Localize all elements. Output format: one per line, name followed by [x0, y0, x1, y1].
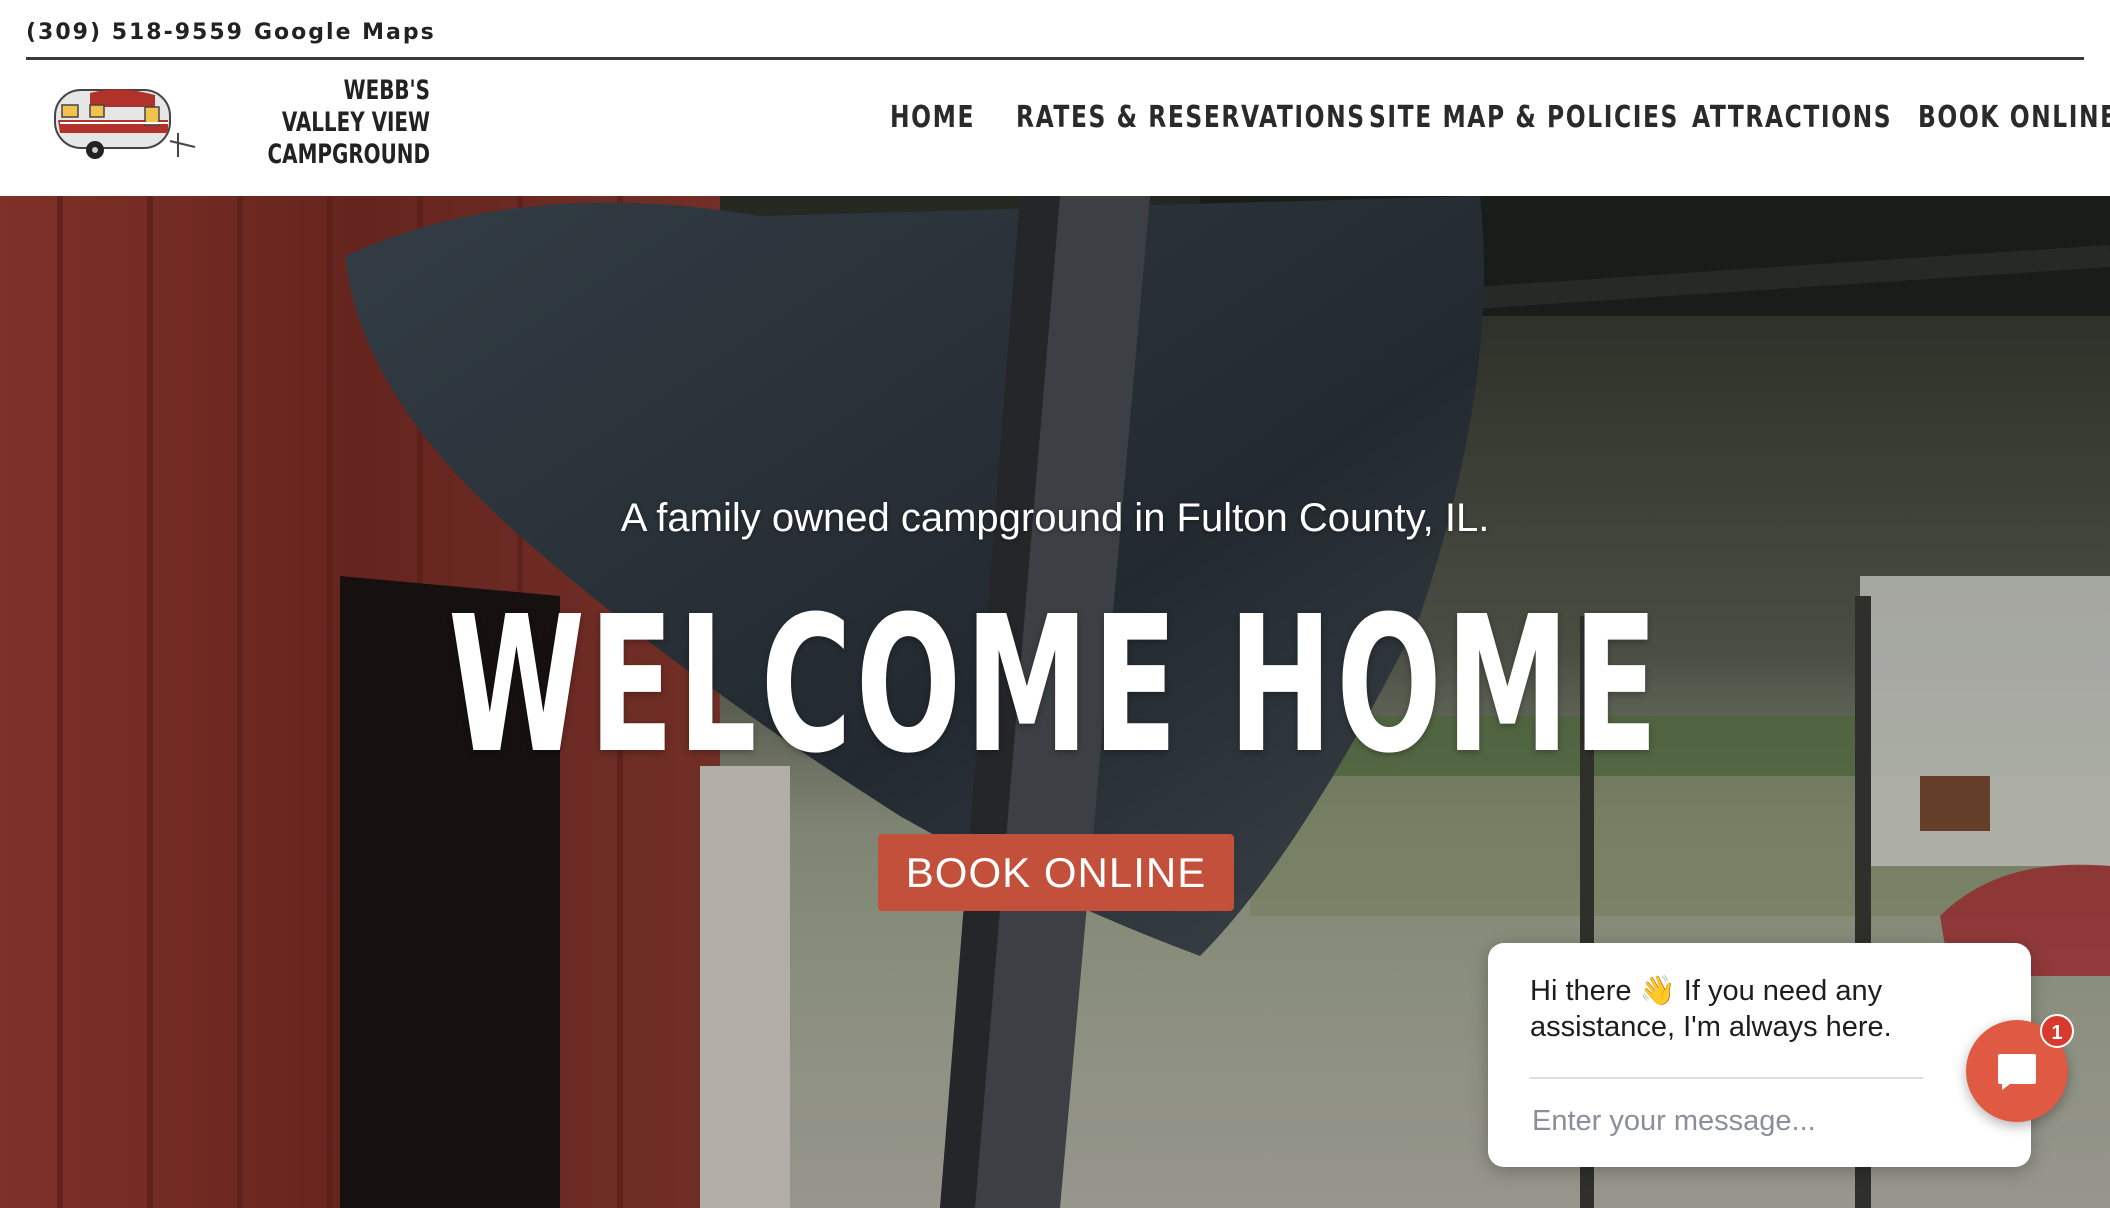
nav-attractions[interactable]: ATTRACTIONS	[1692, 100, 1892, 135]
google-maps-link[interactable]: Google Maps	[254, 20, 436, 45]
nav-rates-reservations[interactable]: RATES & RESERVATIONS	[1016, 100, 1366, 135]
chat-popup: Hi there 👋 If you need any assistance, I…	[1488, 943, 2031, 1167]
chat-message-input[interactable]	[1530, 1095, 1927, 1147]
brand-line-3: CAMPGROUND	[267, 139, 430, 170]
hero-tagline: A family owned campground in Fulton Coun…	[620, 496, 1490, 540]
phone-link[interactable]: (309) 518-9559	[26, 20, 244, 45]
chat-divider	[1530, 1077, 1923, 1079]
book-online-button[interactable]: BOOK ONLINE	[878, 834, 1234, 911]
site-header: WEBB'S VALLEY VIEW CAMPGROUND HOME RATES…	[0, 60, 2110, 196]
chat-greeting-prefix: Hi there	[1530, 975, 1632, 1007]
unread-badge: 1	[2040, 1014, 2074, 1048]
site-logo[interactable]: WEBB'S VALLEY VIEW CAMPGROUND	[50, 75, 430, 185]
hero-headline: WELCOME HOME	[448, 576, 1662, 795]
brand-name: WEBB'S VALLEY VIEW CAMPGROUND	[258, 75, 430, 171]
brand-line-2: VALLEY VIEW	[281, 107, 430, 138]
nav-book-online[interactable]: BOOK ONLINE	[1918, 100, 2110, 135]
camper-trailer-icon	[54, 89, 196, 159]
nav-home[interactable]: HOME	[890, 100, 975, 135]
chat-greeting: Hi there 👋 If you need any assistance, I…	[1530, 973, 1950, 1045]
waving-hand-icon: 👋	[1639, 975, 1676, 1007]
top-utility-bar: (309) 518-9559 Google Maps	[26, 0, 2084, 60]
nav-site-map-policies[interactable]: SITE MAP & POLICIES	[1369, 100, 1679, 135]
brand-line-1: WEBB'S	[343, 75, 430, 106]
